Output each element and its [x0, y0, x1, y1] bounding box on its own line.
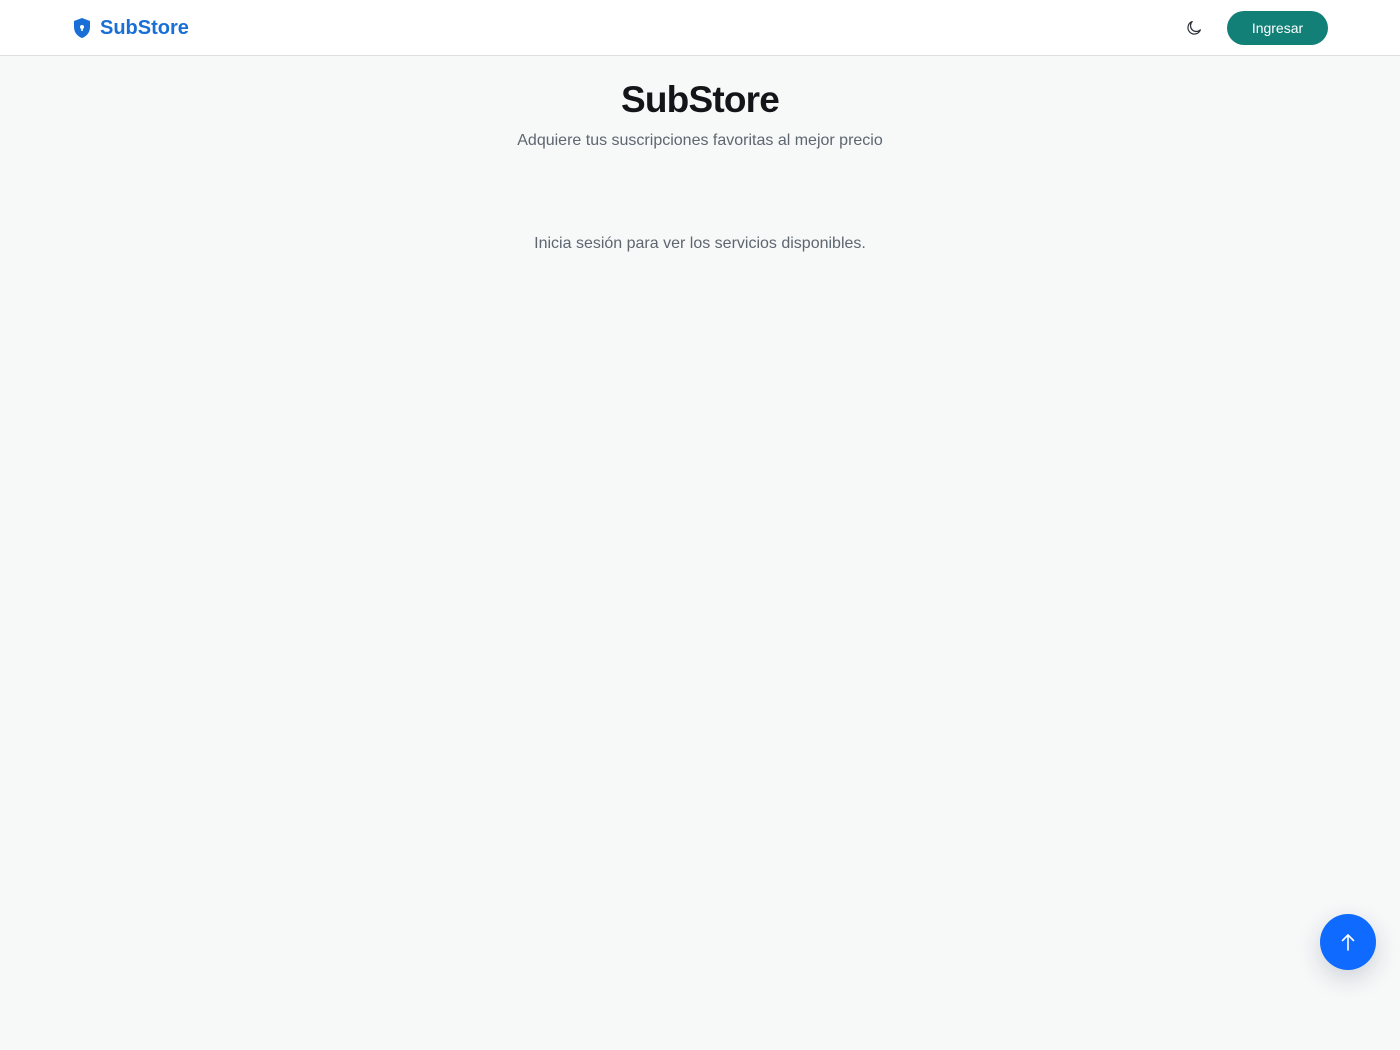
brand-link[interactable]: SubStore: [72, 15, 189, 41]
navbar: SubStore Ingresar: [0, 0, 1400, 56]
moon-icon: [1186, 20, 1202, 36]
brand-name: SubStore: [100, 17, 189, 39]
hero-section: SubStore Adquiere tus suscripciones favo…: [0, 77, 1400, 152]
page-title: SubStore: [620, 79, 780, 120]
theme-toggle-button[interactable]: [1180, 14, 1208, 42]
login-button[interactable]: Ingresar: [1227, 11, 1328, 45]
login-notice: Inicia sesión para ver los servicios dis…: [534, 235, 866, 252]
page-subtitle: Adquiere tus suscripciones favoritas al …: [517, 132, 883, 149]
arrow-up-icon: [1339, 932, 1357, 952]
shield-icon: [72, 16, 92, 40]
scroll-to-top-button[interactable]: [1320, 914, 1376, 970]
